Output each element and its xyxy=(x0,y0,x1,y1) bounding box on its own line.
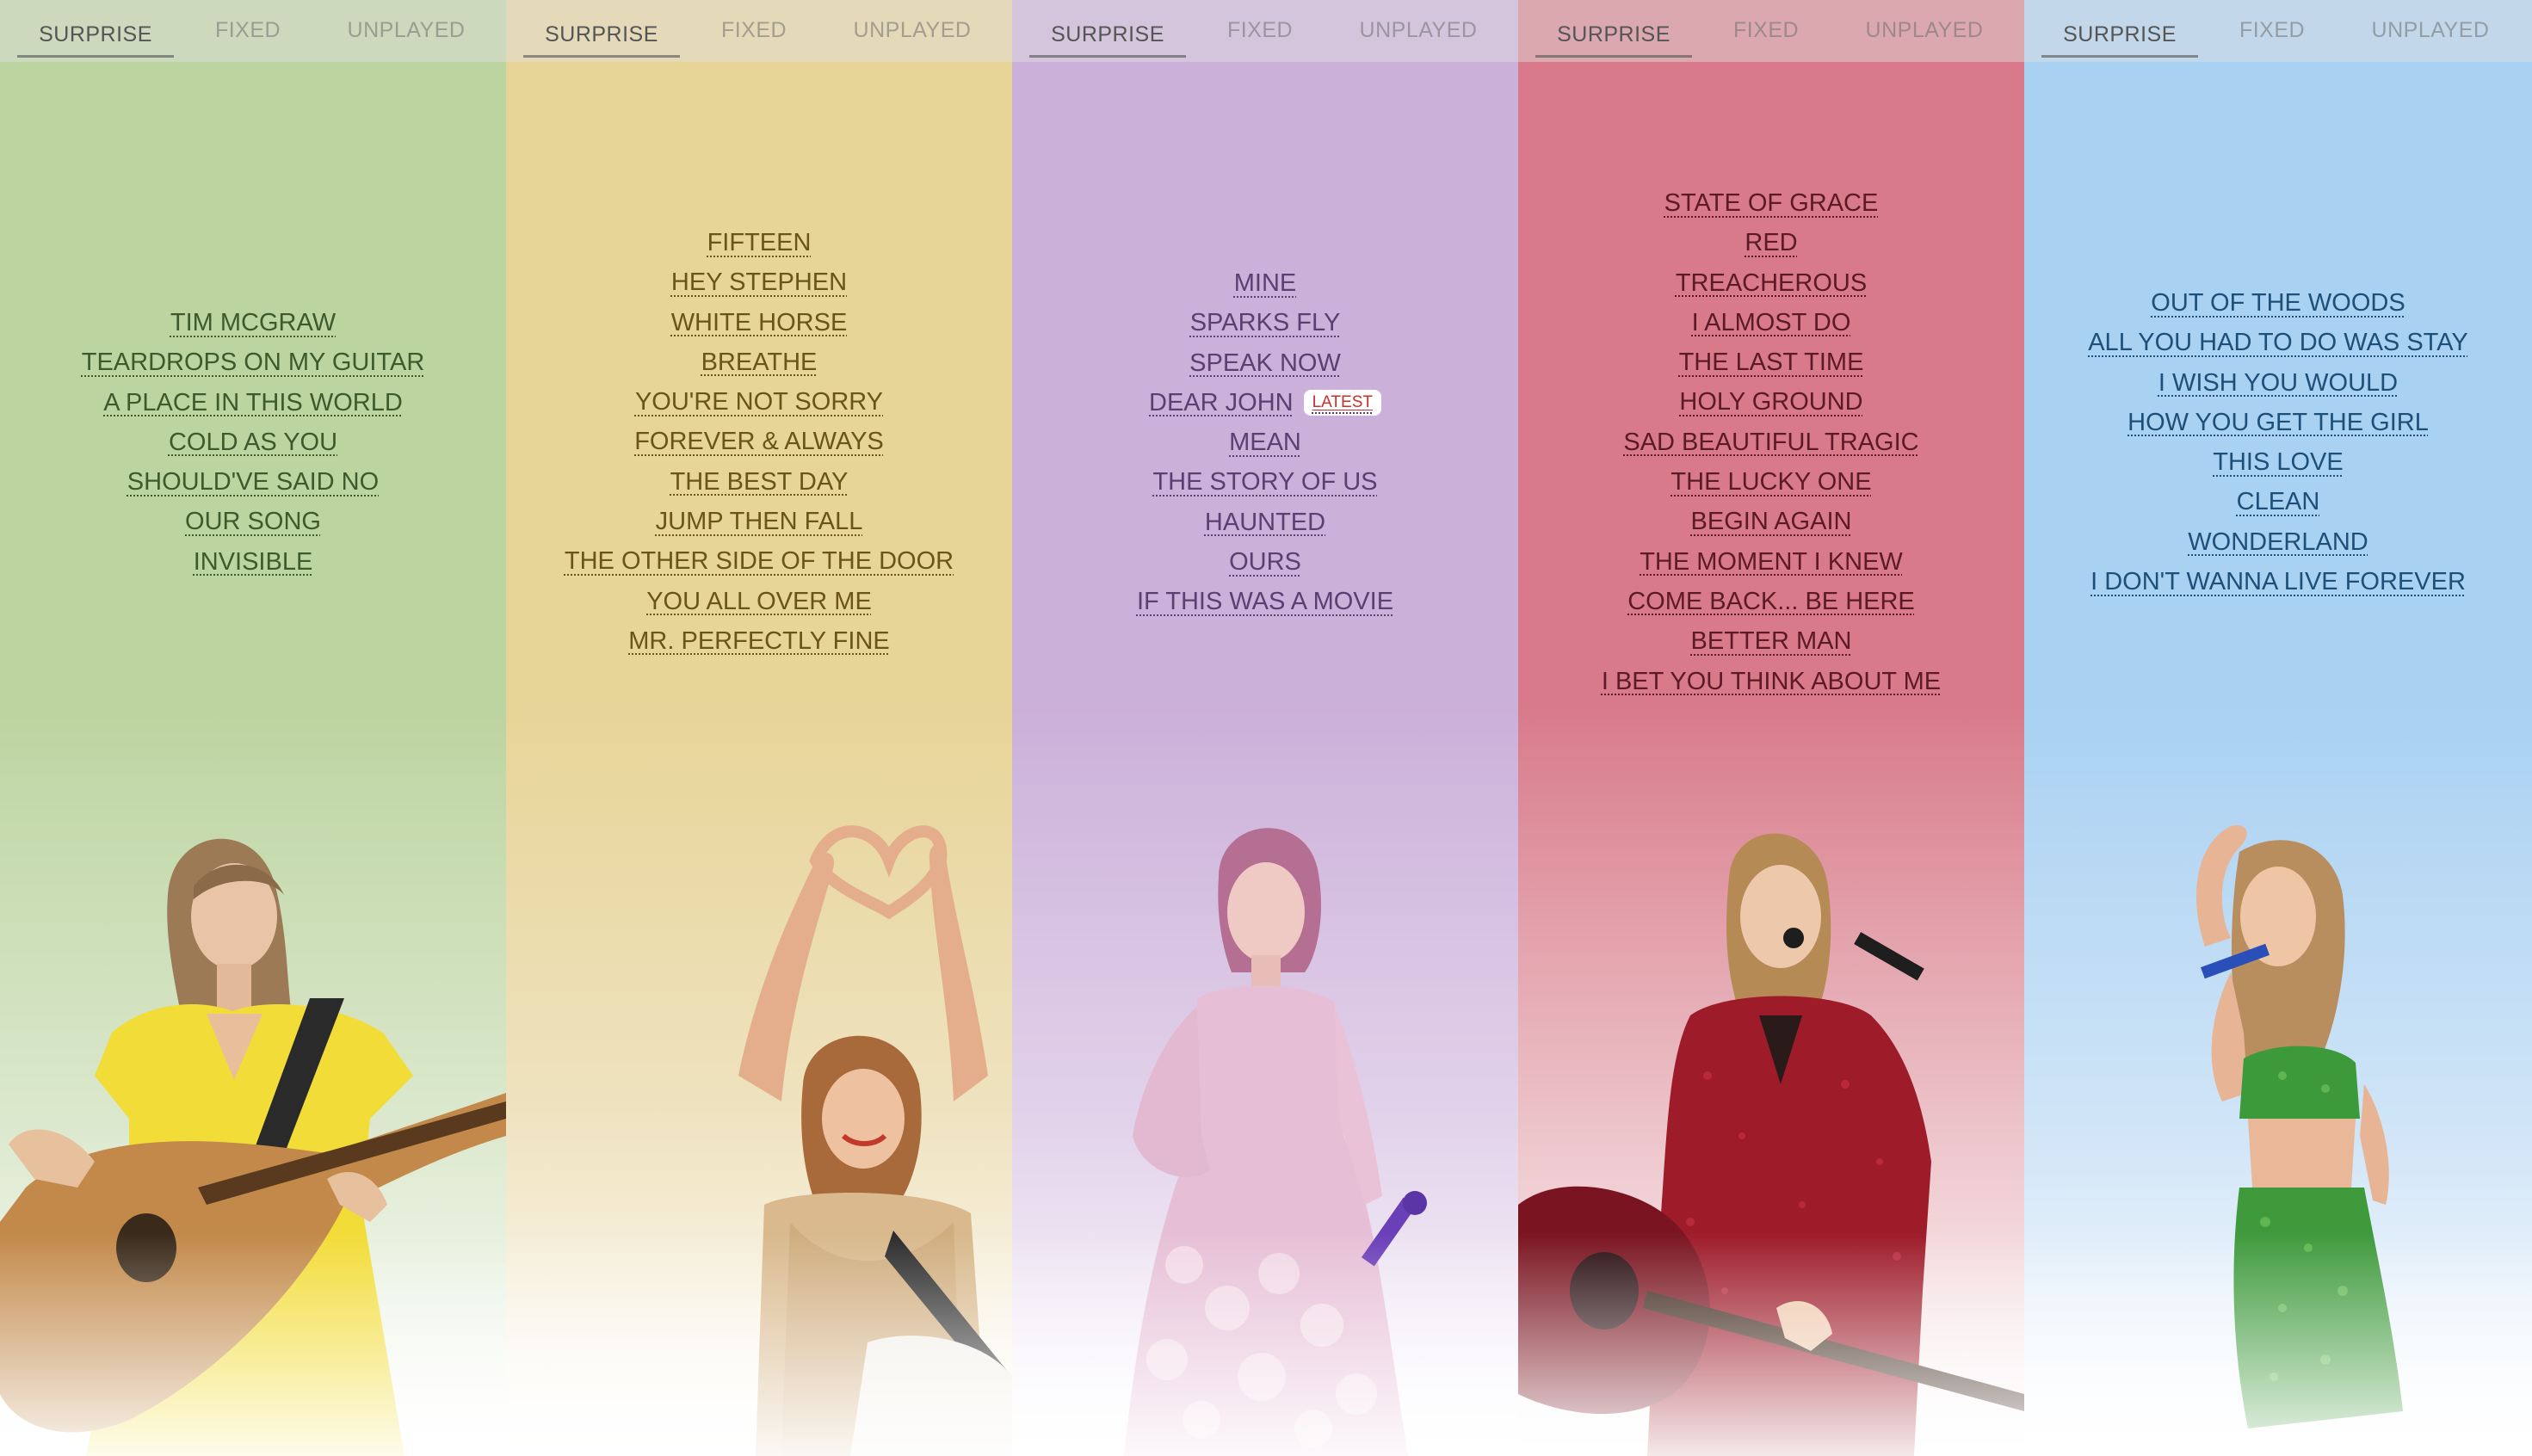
song-item[interactable]: IF THIS WAS A MOVIE xyxy=(1137,582,1393,621)
tab-surprise[interactable]: SURPRISE xyxy=(523,4,680,58)
song-list: TIM MCGRAW TEARDROPS ON MY GUITAR A PLAC… xyxy=(0,303,506,582)
fade-overlay xyxy=(506,1232,1012,1456)
song-item[interactable]: SPEAK NOW xyxy=(1189,343,1341,383)
song-item[interactable]: SHOULD'VE SAID NO xyxy=(127,462,379,502)
fade-overlay xyxy=(0,1232,506,1456)
song-item[interactable]: TEARDROPS ON MY GUITAR xyxy=(82,342,425,382)
mode-tabs: SURPRISE FIXED UNPLAYED xyxy=(1518,0,2024,62)
tab-surprise[interactable]: SURPRISE xyxy=(1535,4,1692,58)
song-item[interactable]: WHITE HORSE xyxy=(671,303,848,342)
era-column-1: SURPRISE FIXED UNPLAYED TIM MCGRAW TEARD… xyxy=(0,0,506,1456)
fade-overlay xyxy=(1012,1232,1518,1456)
song-item[interactable]: I BET YOU THINK ABOUT ME xyxy=(1602,662,1941,701)
song-item[interactable]: THE OTHER SIDE OF THE DOOR xyxy=(565,541,954,581)
tab-fixed[interactable]: FIXED xyxy=(2198,0,2346,62)
song-list: FIFTEEN HEY STEPHEN WHITE HORSE BREATHE … xyxy=(506,223,1012,661)
song-item[interactable]: YOU'RE NOT SORRY xyxy=(635,382,883,422)
song-item[interactable]: SPARKS FLY xyxy=(1190,303,1341,342)
song-item[interactable]: I DON'T WANNA LIVE FOREVER xyxy=(2090,562,2466,602)
latest-badge: LATEST xyxy=(1303,390,1381,416)
era-column-4: SURPRISE FIXED UNPLAYED STATE OF GRACE R… xyxy=(1518,0,2024,1456)
song-item[interactable]: COME BACK... BE HERE xyxy=(1627,582,1915,621)
song-item[interactable]: STATE OF GRACE xyxy=(1664,183,1879,223)
era-column-3: SURPRISE FIXED UNPLAYED MINE SPARKS FLY … xyxy=(1012,0,1518,1456)
song-item[interactable]: BREATHE xyxy=(701,342,818,382)
song-item[interactable]: THE LUCKY ONE xyxy=(1671,462,1871,502)
era-board: SURPRISE FIXED UNPLAYED TIM MCGRAW TEARD… xyxy=(0,0,2532,1456)
mode-tabs: SURPRISE FIXED UNPLAYED xyxy=(0,0,506,62)
tab-unplayed[interactable]: UNPLAYED xyxy=(1334,0,1503,62)
song-item[interactable]: CLEAN xyxy=(2237,482,2320,521)
tab-unplayed[interactable]: UNPLAYED xyxy=(828,0,997,62)
fade-overlay xyxy=(2024,1232,2532,1456)
tab-unplayed[interactable]: UNPLAYED xyxy=(2346,0,2515,62)
song-item[interactable]: HEY STEPHEN xyxy=(671,262,847,302)
song-item[interactable]: OURS xyxy=(1229,542,1301,582)
song-title[interactable]: DEAR JOHN xyxy=(1149,383,1294,423)
song-item[interactable]: INVISIBLE xyxy=(194,542,313,582)
song-item[interactable]: A PLACE IN THIS WORLD xyxy=(103,383,403,423)
song-item[interactable]: MINE xyxy=(1234,263,1297,303)
song-item[interactable]: OUR SONG xyxy=(185,502,321,541)
song-item[interactable]: THE MOMENT I KNEW xyxy=(1640,542,1903,582)
song-item[interactable]: TIM MCGRAW xyxy=(170,303,336,342)
era-column-5: SURPRISE FIXED UNPLAYED OUT OF THE WOODS… xyxy=(2024,0,2532,1456)
song-item[interactable]: I ALMOST DO xyxy=(1692,303,1851,342)
song-item[interactable]: FOREVER & ALWAYS xyxy=(634,422,884,461)
song-item[interactable]: RED xyxy=(1745,223,1797,262)
song-item[interactable]: MR. PERFECTLY FINE xyxy=(628,621,889,661)
tab-fixed[interactable]: FIXED xyxy=(1692,0,1840,62)
song-list: MINE SPARKS FLY SPEAK NOW DEAR JOHN LATE… xyxy=(1012,263,1518,622)
song-item[interactable]: WONDERLAND xyxy=(2188,522,2368,562)
song-item[interactable]: HAUNTED xyxy=(1205,503,1325,542)
song-item[interactable]: COLD AS YOU xyxy=(169,423,337,462)
song-item[interactable]: HOW YOU GET THE GIRL xyxy=(2127,403,2429,442)
song-item[interactable]: FIFTEEN xyxy=(707,223,812,262)
tab-surprise[interactable]: SURPRISE xyxy=(1029,4,1186,58)
song-list: STATE OF GRACE RED TREACHEROUS I ALMOST … xyxy=(1518,183,2024,701)
song-list: OUT OF THE WOODS ALL YOU HAD TO DO WAS S… xyxy=(2024,283,2532,602)
song-item[interactable]: TREACHEROUS xyxy=(1676,263,1867,303)
song-item[interactable]: THE STORY OF US xyxy=(1152,462,1377,502)
tab-unplayed[interactable]: UNPLAYED xyxy=(322,0,491,62)
song-item[interactable]: YOU ALL OVER ME xyxy=(646,582,872,621)
era-column-2: SURPRISE FIXED UNPLAYED FIFTEEN HEY STEP… xyxy=(506,0,1012,1456)
tab-fixed[interactable]: FIXED xyxy=(1186,0,1334,62)
song-item[interactable]: HOLY GROUND xyxy=(1679,382,1862,422)
song-item[interactable]: THE LAST TIME xyxy=(1679,342,1864,382)
song-item[interactable]: OUT OF THE WOODS xyxy=(2151,283,2405,323)
song-item[interactable]: SAD BEAUTIFUL TRAGIC xyxy=(1623,423,1918,462)
tab-fixed[interactable]: FIXED xyxy=(680,0,828,62)
song-item[interactable]: DEAR JOHN LATEST xyxy=(1149,383,1381,423)
song-item[interactable]: BETTER MAN xyxy=(1691,621,1852,661)
tab-fixed[interactable]: FIXED xyxy=(174,0,322,62)
tab-surprise[interactable]: SURPRISE xyxy=(17,4,174,58)
song-item[interactable]: I WISH YOU WOULD xyxy=(2158,363,2398,403)
song-item[interactable]: THE BEST DAY xyxy=(670,462,849,502)
mode-tabs: SURPRISE FIXED UNPLAYED xyxy=(1012,0,1518,62)
fade-overlay xyxy=(1518,1232,2024,1456)
mode-tabs: SURPRISE FIXED UNPLAYED xyxy=(2024,0,2532,62)
song-item[interactable]: THIS LOVE xyxy=(2213,442,2344,482)
tab-surprise[interactable]: SURPRISE xyxy=(2041,4,2198,58)
song-item[interactable]: ALL YOU HAD TO DO WAS STAY xyxy=(2088,323,2468,362)
song-item[interactable]: BEGIN AGAIN xyxy=(1691,502,1852,541)
tab-unplayed[interactable]: UNPLAYED xyxy=(1840,0,2009,62)
song-item[interactable]: MEAN xyxy=(1229,423,1301,462)
mode-tabs: SURPRISE FIXED UNPLAYED xyxy=(506,0,1012,62)
song-item[interactable]: JUMP THEN FALL xyxy=(656,502,863,541)
